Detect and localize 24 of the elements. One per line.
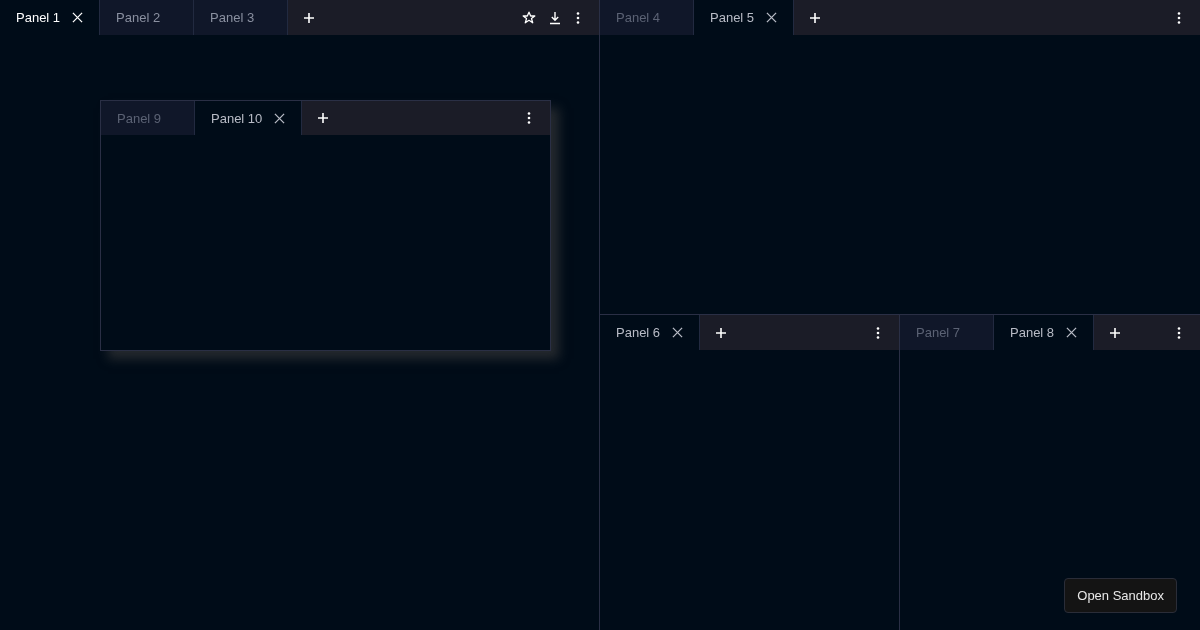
close-icon[interactable]	[766, 12, 778, 23]
tab[interactable]: Panel 2	[100, 0, 195, 35]
close-icon[interactable]	[672, 327, 684, 338]
more-icon[interactable]	[527, 112, 531, 124]
close-icon[interactable]	[1066, 327, 1078, 338]
more-icon[interactable]	[876, 326, 880, 339]
star-icon[interactable]	[522, 10, 536, 25]
more-icon[interactable]	[1177, 326, 1181, 339]
add-icon[interactable]	[1110, 327, 1121, 338]
tab[interactable]: Panel 3	[194, 0, 289, 35]
download-icon[interactable]	[548, 10, 562, 25]
tab[interactable]: Panel 6	[600, 315, 701, 350]
more-icon[interactable]	[1177, 11, 1181, 24]
open-sandbox-button[interactable]: Open Sandbox	[1064, 578, 1177, 613]
tab[interactable]: Panel 1	[0, 0, 101, 35]
add-icon[interactable]	[810, 12, 821, 23]
add-icon[interactable]	[318, 113, 329, 123]
tab[interactable]: Panel 10	[195, 101, 303, 135]
add-icon[interactable]	[304, 12, 315, 23]
tab[interactable]: Panel 8	[994, 315, 1095, 350]
more-icon[interactable]	[576, 11, 580, 24]
add-icon[interactable]	[716, 327, 727, 338]
close-icon[interactable]	[274, 112, 286, 124]
tab[interactable]: Panel 5	[694, 0, 795, 35]
